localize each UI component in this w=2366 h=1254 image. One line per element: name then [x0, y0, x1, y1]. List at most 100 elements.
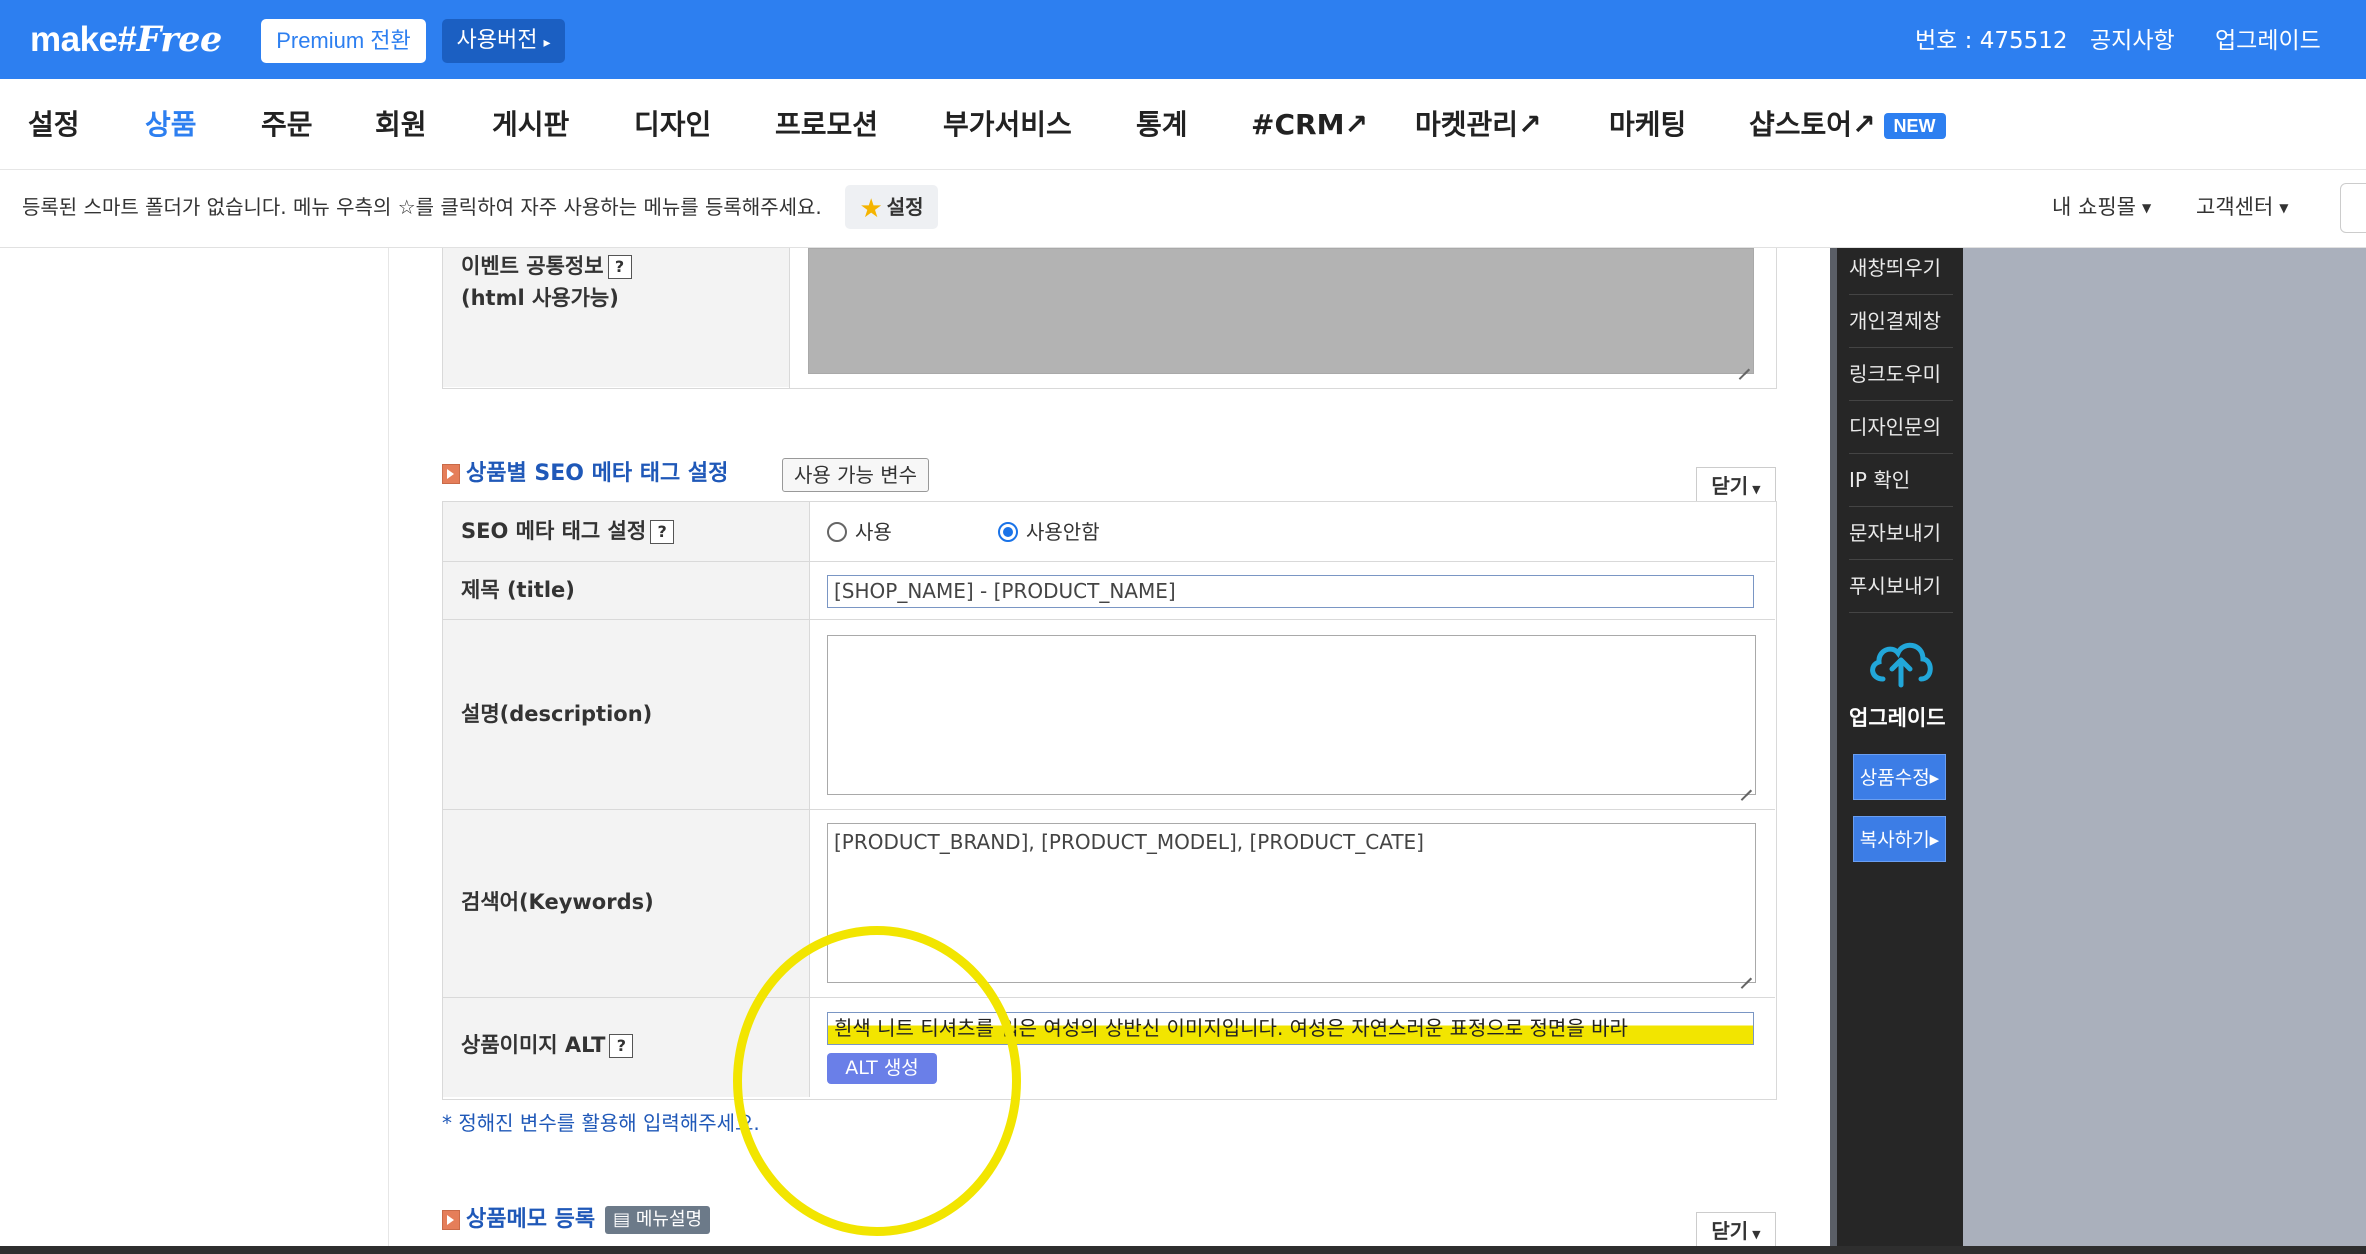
seo-meta-setting-label: SEO 메타 태그 설정? — [461, 516, 675, 546]
cloud-upload-icon[interactable] — [1865, 633, 1937, 693]
search-box-edge[interactable] — [2340, 183, 2366, 233]
seo-description-label: 설명(description) — [461, 702, 653, 726]
logo-make-text: make — [30, 20, 118, 59]
sidebar-item-personal-payment[interactable]: 개인결제창 — [1849, 307, 1953, 348]
seo-keywords-value: [PRODUCT_BRAND], [PRODUCT_MODEL], [PRODU… — [834, 830, 1424, 854]
nav-item-products[interactable]: 상품 — [145, 105, 197, 145]
sidebar-item-ip-check[interactable]: IP 확인 — [1849, 466, 1953, 507]
seo-use-radio[interactable]: 사용 — [827, 516, 892, 547]
premium-button[interactable]: Premium 전환 — [261, 19, 426, 63]
nav-item-members[interactable]: 회원 — [375, 105, 427, 145]
section-arrow-icon — [442, 1210, 460, 1230]
seo-keywords-textarea[interactable]: [PRODUCT_BRAND], [PRODUCT_MODEL], [PRODU… — [827, 823, 1756, 983]
sidebar-item-send-push[interactable]: 푸시보내기 — [1849, 572, 1953, 613]
my-shop-label: 내 쇼핑몰 — [2052, 195, 2136, 219]
seo-keywords-label: 검색어(Keywords) — [461, 890, 654, 914]
question-icon[interactable]: ? — [609, 1034, 634, 1058]
background-area — [1963, 248, 2366, 1254]
resize-handle-icon[interactable] — [1740, 779, 1752, 791]
nav-item-stats[interactable]: 통계 — [1136, 105, 1188, 145]
new-badge: NEW — [1883, 113, 1946, 139]
event-info-label-line1: 이벤트 공통정보 — [461, 254, 604, 278]
menu-manual-label: 메뉴설명 — [635, 1209, 703, 1230]
divider — [443, 997, 1775, 998]
seo-section-title: 상품별 SEO 메타 태그 설정 — [442, 459, 728, 489]
upgrade-link[interactable]: 업그레이드 — [2215, 24, 2321, 58]
sidebar-item-design-inquiry[interactable]: 디자인문의 — [1849, 413, 1953, 454]
memo-close-button[interactable]: 닫기 ▼ — [1696, 1212, 1776, 1247]
sidebar-item-send-sms[interactable]: 문자보내기 — [1849, 519, 1953, 560]
question-icon[interactable]: ? — [607, 255, 632, 279]
menu-manual-button[interactable]: ▤ 메뉴설명 — [605, 1206, 711, 1234]
nav-item-marketing[interactable]: 마케팅 — [1609, 105, 1686, 145]
seo-title-input[interactable]: [SHOP_NAME] - [PRODUCT_NAME] — [827, 575, 1754, 608]
nav-item-market[interactable]: 마켓관리↗ — [1415, 105, 1542, 145]
variables-note: * 정해진 변수를 활용해 입력해주세요. — [442, 1111, 760, 1135]
seo-title-label: 제목 (title) — [461, 578, 575, 602]
image-alt-label: 상품이미지 ALT? — [461, 1030, 634, 1060]
resize-handle-icon[interactable] — [1738, 358, 1750, 370]
resize-handle-icon[interactable] — [1740, 967, 1752, 979]
shop-number: 번호 : 475512 — [1915, 28, 2068, 54]
question-icon[interactable]: ? — [650, 520, 675, 544]
divider — [443, 619, 1775, 620]
image-alt-input[interactable]: 흰색 니트 티셔츠를 입은 여성의 상반신 이미지입니다. 여성은 자연스러운 … — [827, 1012, 1754, 1045]
main-nav: 설정 상품 주문 회원 게시판 디자인 프로모션 부가서비스 통계 #CRM↗ … — [0, 79, 2366, 170]
sidebar-divider — [1830, 248, 1837, 1254]
seo-section-title-text: 상품별 SEO 메타 태그 설정 — [466, 461, 729, 486]
event-info-label-cell: 이벤트 공통정보? (html 사용가능) — [443, 248, 789, 387]
nav-item-settings[interactable]: 설정 — [28, 105, 80, 145]
divider — [443, 561, 1775, 562]
seo-close-label: 닫기 — [1711, 474, 1749, 498]
nav-item-crm[interactable]: #CRM↗ — [1251, 105, 1368, 145]
divider — [443, 809, 1775, 810]
seo-not-use-radio[interactable]: 사용안함 — [998, 516, 1100, 547]
smart-folder-setting-label: 설정 — [886, 195, 924, 219]
alt-generate-button[interactable]: ALT 생성 — [827, 1053, 937, 1084]
logo-hash-text: # — [117, 20, 137, 59]
arrow-right-icon: ▸ — [543, 35, 551, 51]
available-variables-button[interactable]: 사용 가능 변수 — [782, 458, 929, 492]
memo-close-label: 닫기 — [1711, 1219, 1749, 1243]
radio-unchecked-icon[interactable] — [827, 521, 847, 542]
seo-description-textarea[interactable] — [827, 635, 1756, 795]
nav-item-shopstore-label: 샵스토어↗ — [1749, 108, 1876, 141]
event-info-label: 이벤트 공통정보? (html 사용가능) — [461, 250, 632, 314]
logo[interactable]: make#Free — [30, 16, 222, 64]
image-alt-label-text: 상품이미지 ALT — [461, 1033, 606, 1057]
version-button[interactable]: 사용버전 ▸ — [442, 19, 565, 63]
logo-free-text: Free — [136, 19, 223, 60]
seo-close-button[interactable]: 닫기 ▼ — [1696, 467, 1776, 502]
nav-item-addons[interactable]: 부가서비스 — [943, 105, 1072, 145]
nav-item-board[interactable]: 게시판 — [492, 105, 569, 145]
notice-link[interactable]: 공지사항 — [2090, 24, 2175, 58]
caret-down-icon: ▼ — [1752, 1228, 1761, 1241]
my-shop-dropdown[interactable]: 내 쇼핑몰 ▼ — [2052, 192, 2151, 223]
smart-folder-message: 등록된 스마트 폴더가 없습니다. 메뉴 우측의 ☆를 클릭하여 자주 사용하는… — [22, 195, 822, 219]
customer-center-dropdown[interactable]: 고객센터 ▼ — [2196, 192, 2289, 223]
section-arrow-icon — [442, 464, 460, 484]
product-edit-button[interactable]: 상품수정▸ — [1853, 754, 1946, 800]
caret-down-icon: ▼ — [2141, 201, 2152, 215]
seo-not-use-label: 사용안함 — [1026, 519, 1100, 544]
caret-down-icon: ▼ — [1752, 483, 1761, 496]
smart-folder-setting-button[interactable]: ★ 설정 — [845, 185, 938, 229]
nav-item-design[interactable]: 디자인 — [634, 105, 711, 145]
divider — [789, 248, 790, 388]
nav-item-shopstore[interactable]: 샵스토어↗ NEW — [1749, 105, 1946, 145]
top-bar: make#Free Premium 전환 사용버전 ▸ 번호 : 475512 공… — [0, 0, 2366, 79]
window-bottom-edge — [0, 1246, 2366, 1254]
copy-button[interactable]: 복사하기▸ — [1853, 816, 1946, 862]
sidebar-item-link-helper[interactable]: 링크도우미 — [1849, 360, 1953, 401]
event-info-textarea[interactable] — [808, 248, 1754, 374]
nav-item-promotion[interactable]: 프로모션 — [775, 105, 878, 145]
memo-section-title: 상품메모 등록 ▤ 메뉴설명 — [442, 1205, 711, 1235]
divider — [809, 502, 810, 1097]
caret-down-icon: ▼ — [2279, 201, 2289, 215]
sidebar-item-new-window[interactable]: 새창띄우기 — [1849, 254, 1953, 295]
event-info-label-line2: (html 사용가능) — [461, 286, 619, 310]
version-button-label: 사용버전 — [456, 28, 538, 53]
sidebar-upgrade-label[interactable]: 업그레이드 — [1849, 702, 1946, 732]
radio-checked-icon[interactable] — [998, 521, 1018, 542]
nav-item-orders[interactable]: 주문 — [261, 105, 313, 145]
